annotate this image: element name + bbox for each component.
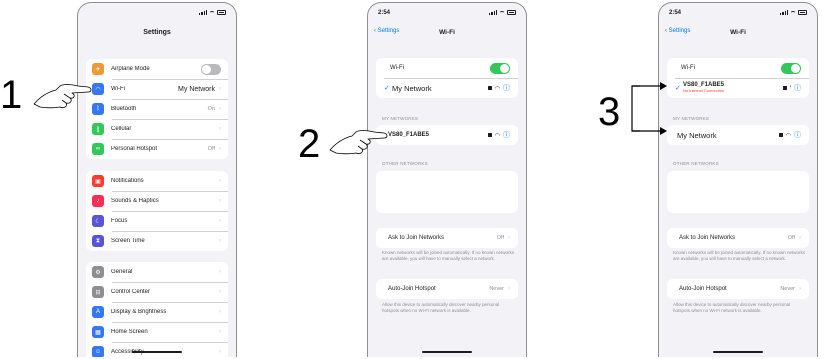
pointing-hand-icon-2: [329, 130, 388, 155]
annotation-overlay: [33, 82, 667, 155]
pointing-hand-icon-1: [33, 84, 92, 109]
bracket-arrows: [631, 85, 660, 132]
arrow-head-bottom: [660, 127, 667, 135]
arrow-head-top: [660, 82, 667, 90]
